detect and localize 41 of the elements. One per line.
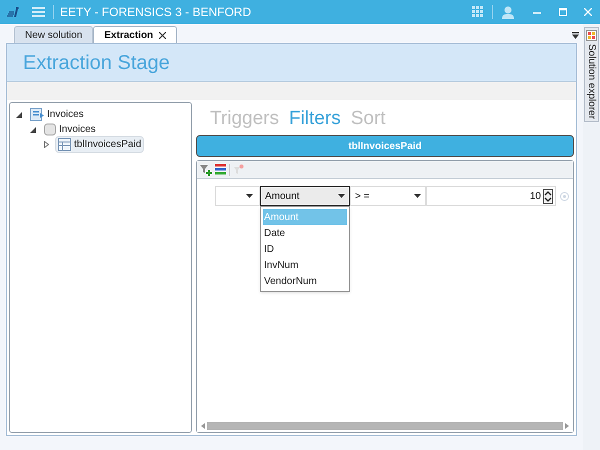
dropdown-icon[interactable] [572,32,579,39]
document-tab[interactable]: New solution [14,26,94,43]
table-icon [58,138,71,151]
apps-grid-icon[interactable] [472,6,484,18]
expander-icon[interactable] [16,112,24,118]
dropdown-option[interactable]: ID [263,241,347,257]
expander-icon[interactable] [44,141,52,148]
solution-explorer-icon [586,30,597,41]
database-icon [44,123,56,136]
dropdown-option[interactable]: VendorNum [263,273,347,289]
user-icon[interactable] [502,6,514,18]
dropdown-option[interactable]: InvNum [263,257,347,273]
window-title: EETY - FORENSICS 3 - BENFORD [60,4,252,21]
menu-icon[interactable] [32,7,45,17]
field-dropdown[interactable]: Amount [260,186,350,206]
scroll-left-icon[interactable] [201,423,205,429]
maximize-icon[interactable] [559,8,567,16]
dropdown-option[interactable]: Date [263,225,347,241]
scroll-right-icon[interactable] [565,423,569,429]
spinner-icon[interactable] [543,188,553,204]
expander-icon[interactable] [30,126,38,132]
scrollbar-thumb[interactable] [207,422,563,430]
list-icon[interactable] [215,164,226,175]
side-panel-tab[interactable]: Solution explorer [584,27,599,122]
tree-item[interactable]: tblInvoicesPaid [55,136,144,153]
solution-icon [30,108,44,121]
close-icon[interactable] [159,32,166,38]
add-filter-icon[interactable] [200,164,212,176]
caret-icon [246,194,253,198]
caret-icon [414,194,421,198]
remove-filter-icon[interactable] [233,164,244,175]
add-row-icon[interactable] [560,192,569,200]
caret-icon [338,194,345,198]
value-input[interactable]: 10 [426,186,556,206]
app-logo-icon [6,6,22,18]
table-header: tblInvoicesPaid [196,135,574,157]
stage-title: Extraction Stage [23,50,170,76]
tree-item[interactable]: Invoices [41,121,99,138]
document-tab[interactable]: Extraction [93,26,178,43]
operator-dropdown[interactable]: > = [350,186,426,206]
tree-item[interactable]: Invoices [27,106,87,123]
